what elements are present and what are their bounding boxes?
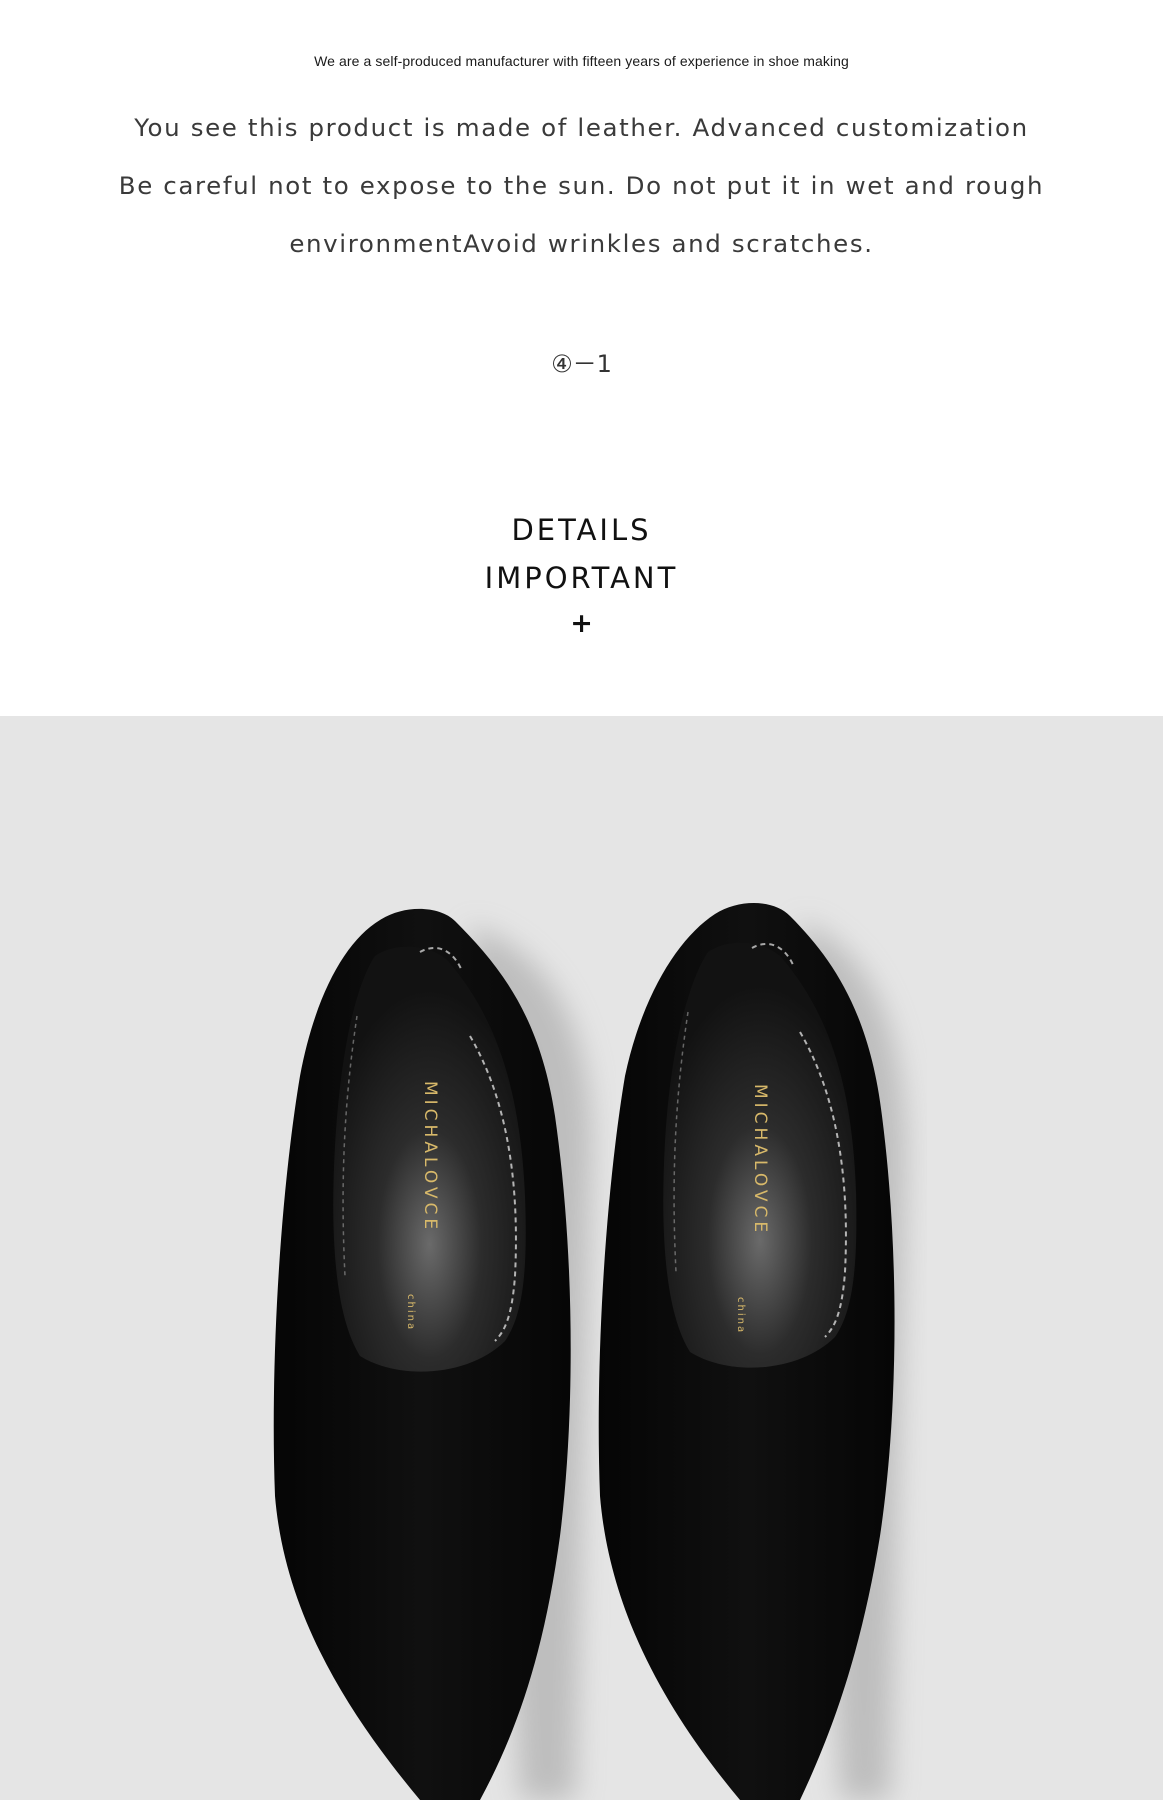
page-index-marker: ④－1 xyxy=(551,350,612,378)
important-heading: IMPORTANT xyxy=(484,561,679,595)
manufacturer-tagline: We are a self-produced manufacturer with… xyxy=(314,53,849,69)
product-photo: MICHALOVCE china MICHALOVCE china xyxy=(0,716,1163,1800)
left-insole-brand: MICHALOVCE xyxy=(420,1081,440,1233)
shoes-photo-illustration: MICHALOVCE china MICHALOVCE china xyxy=(0,716,1163,1800)
left-insole-sub: china xyxy=(405,1294,416,1331)
care-instruction-line-3: environmentAvoid wrinkles and scratches. xyxy=(289,230,874,258)
care-instruction-line-2: Be careful not to expose to the sun. Do … xyxy=(118,172,1045,200)
care-instruction-line-1: You see this product is made of leather.… xyxy=(134,114,1029,142)
intro-section: We are a self-produced manufacturer with… xyxy=(0,0,1163,716)
right-insole-sub: china xyxy=(735,1297,746,1334)
right-insole-brand: MICHALOVCE xyxy=(750,1084,770,1236)
details-heading: DETAILS xyxy=(511,513,652,547)
plus-icon: + xyxy=(570,608,593,639)
